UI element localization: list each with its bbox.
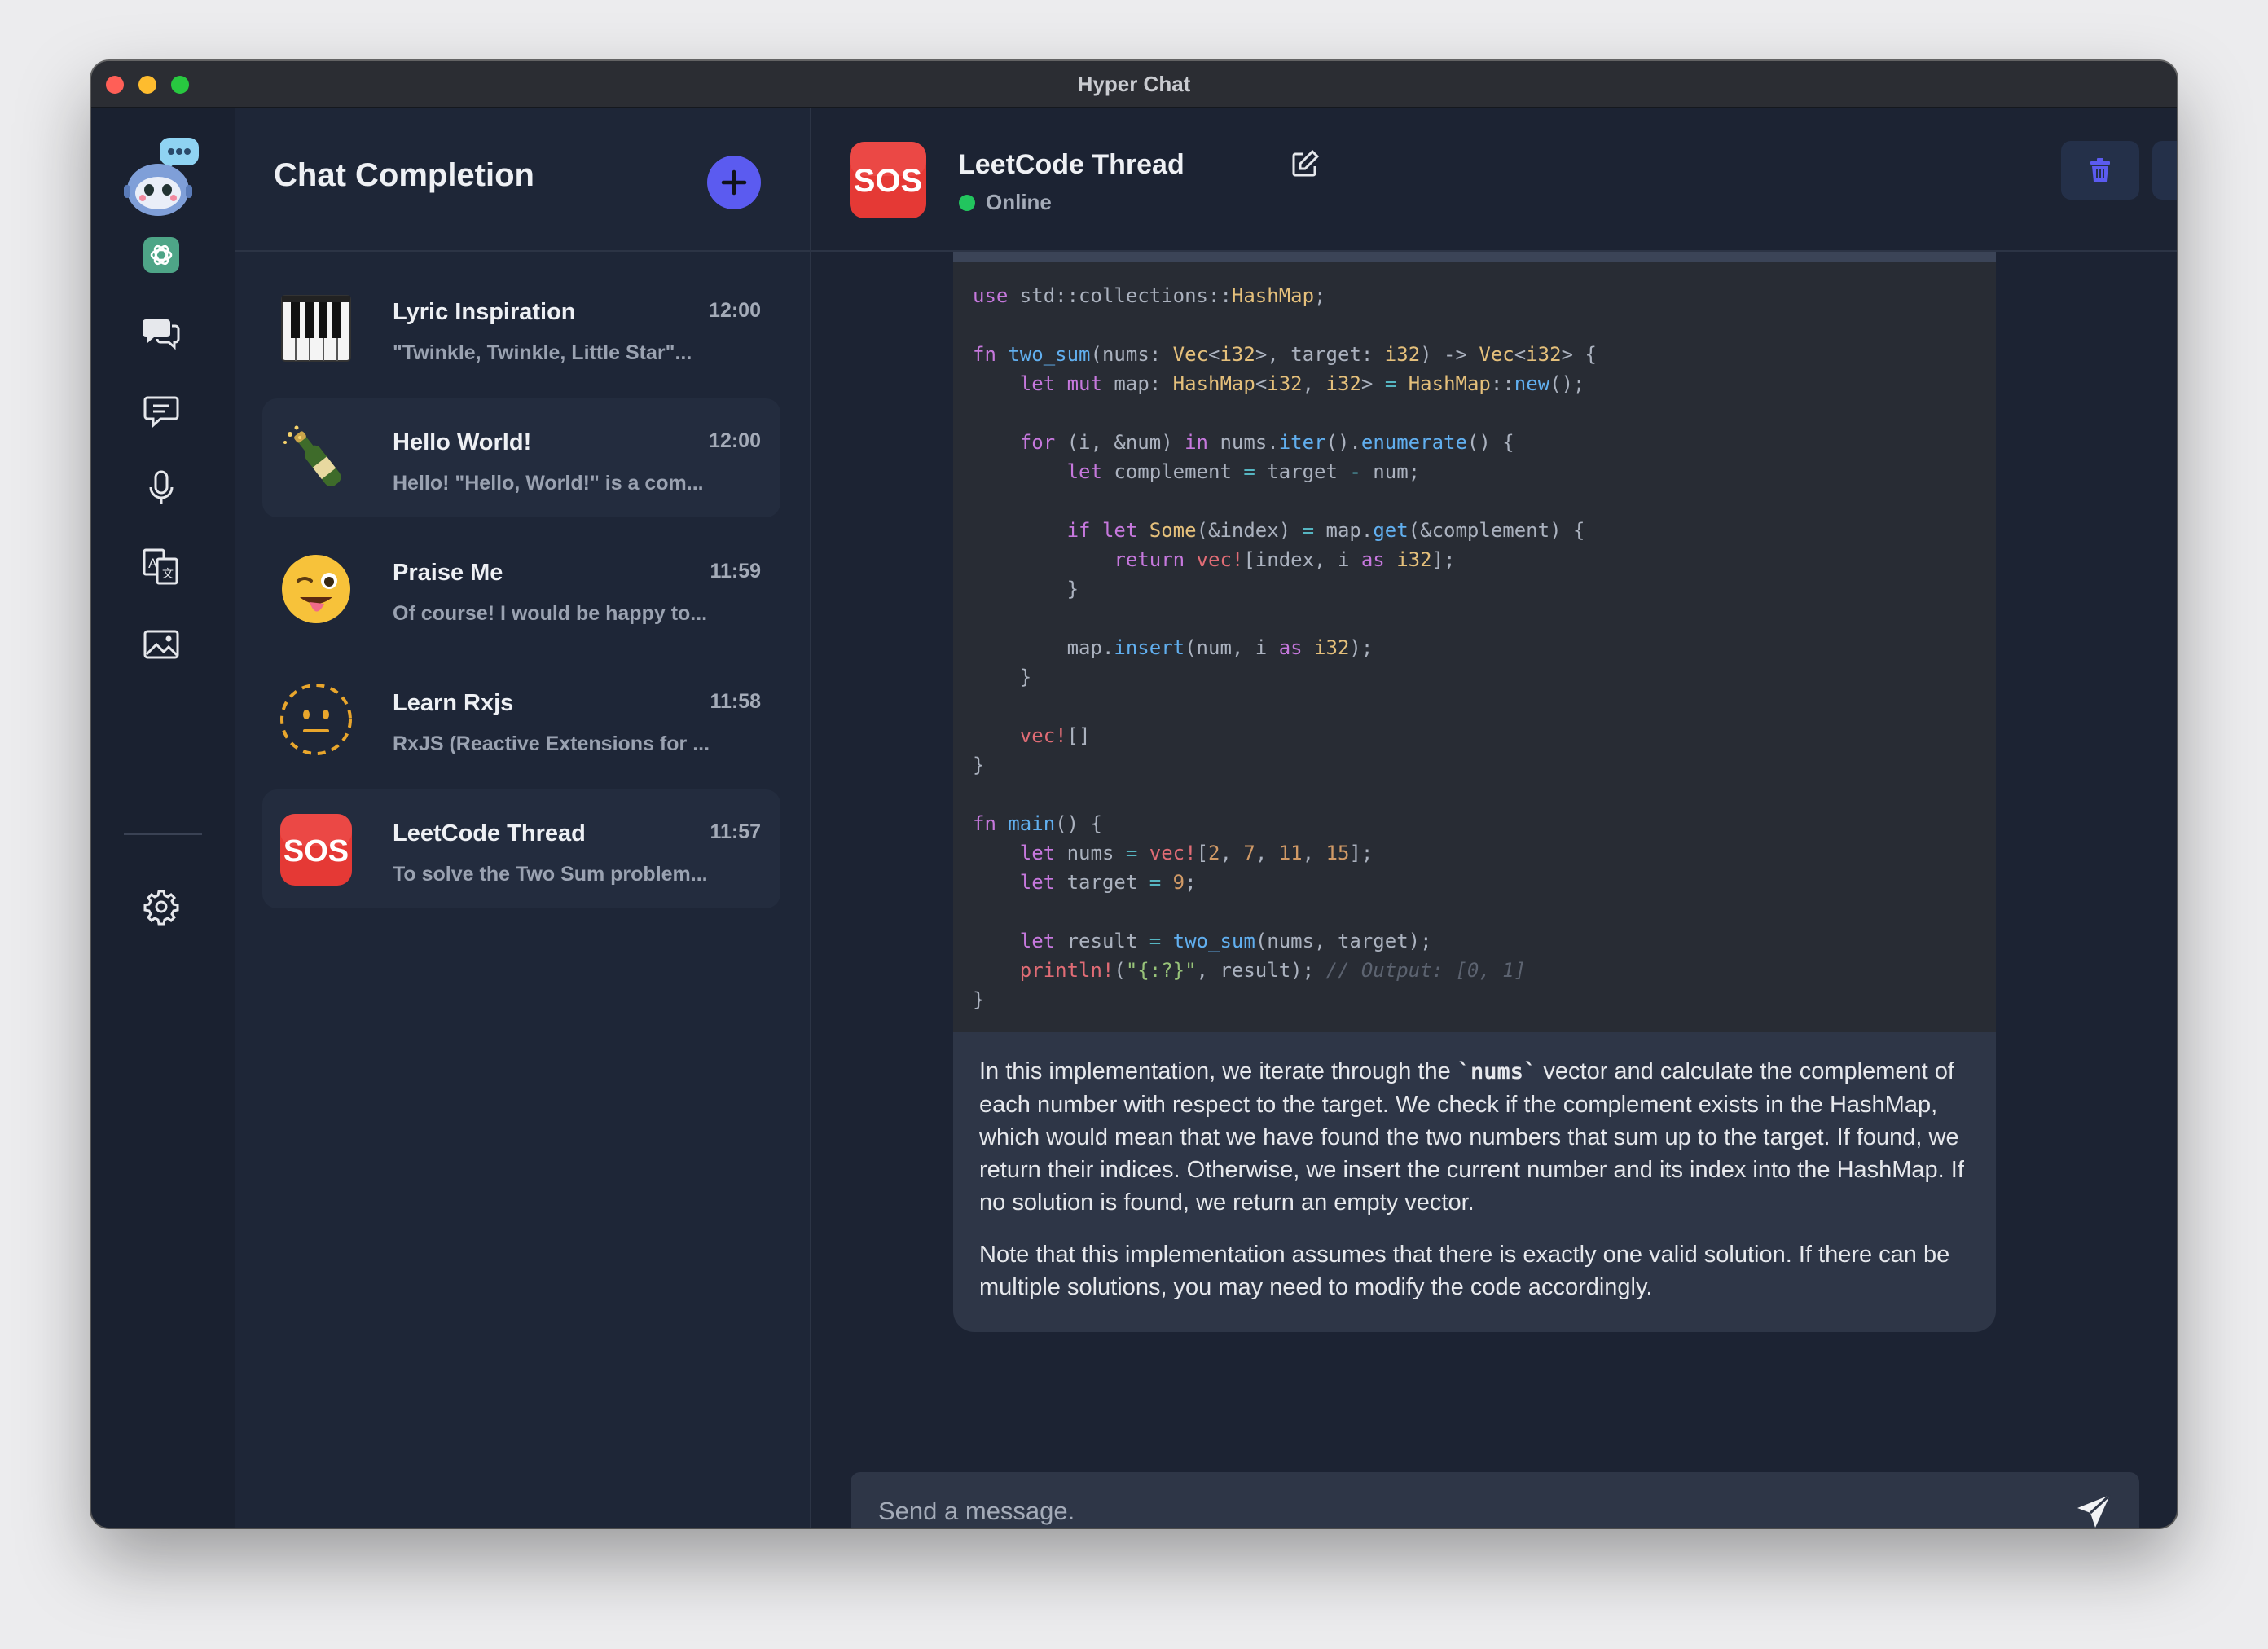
gear-icon [143, 890, 179, 926]
robot-logo-icon [124, 138, 199, 216]
chat-name: Praise Me [393, 560, 503, 586]
chat-list-pane: Chat Completion Lyric Inspiration 12:00 … [235, 108, 811, 1528]
title-bar: Hyper Chat [91, 61, 2177, 108]
chat-name: Learn Rxjs [393, 690, 514, 716]
rail-item-message[interactable] [138, 387, 184, 433]
message-input[interactable] [877, 1472, 2053, 1528]
openai-icon [143, 237, 179, 273]
maximize-window-button[interactable] [171, 76, 189, 94]
dotted-face-emoji [279, 682, 354, 757]
chat-preview: To solve the Two Sum problem... [393, 863, 708, 886]
translate-icon: A 文 [143, 548, 178, 585]
chat-name: Hello World! [393, 429, 532, 455]
chat-settings-button[interactable] [2152, 141, 2177, 200]
chat-time: 12:00 [709, 429, 761, 452]
message-icon [143, 396, 179, 429]
close-window-button[interactable] [106, 76, 124, 94]
settings-button[interactable] [138, 884, 184, 930]
chat-time: 11:58 [710, 690, 761, 713]
chat-list-header: Chat Completion [235, 108, 810, 252]
chat-preview: Hello! "Hello, World!" is a com... [393, 472, 704, 495]
chat-time: 11:59 [710, 560, 761, 583]
champagne-icon [279, 421, 354, 496]
chat-list-title: Chat Completion [274, 157, 534, 193]
online-status-dot [959, 195, 975, 211]
icon-rail: A 文 [91, 108, 235, 1528]
rail-divider [124, 833, 202, 835]
plus-icon [721, 169, 747, 196]
chat-list-item[interactable]: Praise Me 11:59 Of course! I would be ha… [262, 529, 780, 648]
chat-time: 12:00 [709, 299, 761, 322]
app-window: Hyper Chat A 文 Chat Completion Lyric Ins… [91, 61, 2177, 1528]
chat-time: 11:57 [710, 820, 761, 843]
rail-item-image[interactable] [138, 622, 184, 667]
chat-preview: RxJS (Reactive Extensions for ... [393, 732, 710, 755]
chat-list-item[interactable]: Lyric Inspiration 12:00 "Twinkle, Twinkl… [262, 268, 780, 387]
window-title: Hyper Chat [1077, 71, 1191, 96]
sos-icon: SOS [850, 142, 926, 218]
rust-code: use std::collections::HashMap; fn two_su… [973, 284, 1597, 1011]
message-paragraph: Note that this implementation assumes th… [979, 1242, 1950, 1300]
delete-chat-button[interactable] [2061, 141, 2139, 200]
microphone-icon [149, 470, 174, 504]
rail-item-audio[interactable] [138, 465, 184, 511]
chat-list-item[interactable]: SOS LeetCode Thread 11:57 To solve the T… [262, 789, 780, 908]
chat-list-item[interactable]: Learn Rxjs 11:58 RxJS (Reactive Extensio… [262, 659, 780, 778]
edit-icon[interactable] [1290, 149, 1320, 178]
chat-name: LeetCode Thread [393, 820, 586, 846]
rail-item-chat-completion[interactable] [138, 309, 184, 354]
svg-text:A: A [148, 556, 157, 571]
code-block-toolbar [953, 252, 1996, 262]
chat-list-item[interactable]: Hello World! 12:00 Hello! "Hello, World!… [262, 398, 780, 517]
chat-name: Lyric Inspiration [393, 299, 576, 325]
chat-preview: "Twinkle, Twinkle, Little Star"... [393, 341, 692, 364]
svg-text:SOS: SOS [854, 163, 922, 199]
rail-item-chatgpt[interactable] [138, 232, 184, 278]
send-icon [2077, 1493, 2112, 1528]
svg-text:SOS: SOS [284, 834, 349, 868]
conversation-pane: SOS LeetCode Thread Online use std::coll… [811, 108, 2177, 1528]
send-button[interactable] [2074, 1490, 2115, 1528]
svg-text:文: 文 [162, 568, 174, 581]
window-controls [106, 76, 189, 94]
image-icon [143, 630, 179, 659]
piano-icon [279, 291, 354, 366]
message-text: In this implementation, we iterate throu… [979, 1055, 1973, 1323]
sos-icon: SOS [279, 812, 354, 887]
message-paragraph: In this implementation, we iterate throu… [979, 1058, 1964, 1216]
message-composer [850, 1472, 2139, 1528]
chat-bubbles-icon [143, 319, 180, 350]
conversation-title: LeetCode Thread [958, 149, 1185, 180]
code-block: use std::collections::HashMap; fn two_su… [953, 262, 1996, 1032]
winking-tongue-emoji [279, 552, 354, 627]
assistant-message: use std::collections::HashMap; fn two_su… [953, 252, 1996, 1332]
trash-icon [2090, 158, 2110, 182]
chat-preview: Of course! I would be happy to... [393, 602, 708, 625]
minimize-window-button[interactable] [138, 76, 156, 94]
rail-item-translate[interactable]: A 文 [138, 543, 184, 589]
online-status-text: Online [986, 190, 1052, 214]
new-chat-button[interactable] [707, 156, 761, 209]
conversation-header: SOS LeetCode Thread Online [811, 108, 2177, 252]
